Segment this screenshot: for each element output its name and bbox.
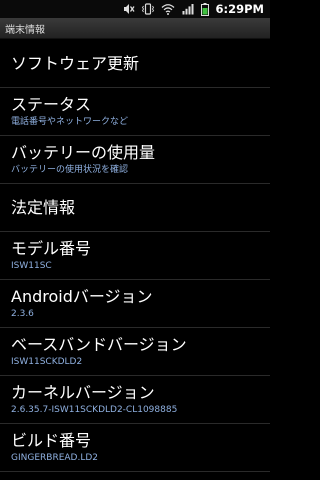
item-subtitle: ISW11SCKDLD2 — [11, 357, 83, 367]
clock-time: 6:29PM — [215, 2, 264, 16]
vibrate-icon — [141, 2, 154, 16]
item-status[interactable]: ステータス 電話番号やネットワークなど — [0, 88, 270, 136]
item-title: カーネルバージョン — [11, 383, 155, 402]
title-bar: 端末情報 — [0, 18, 270, 39]
item-battery-usage[interactable]: バッテリーの使用量 バッテリーの使用状況を確認 — [0, 136, 270, 184]
item-title: ベースバンドバージョン — [11, 335, 187, 354]
item-baseband-version[interactable]: ベースバンドバージョン ISW11SCKDLD2 — [0, 328, 270, 376]
item-legal-info[interactable]: 法定情報 — [0, 184, 270, 232]
item-title: 法定情報 — [11, 197, 76, 217]
item-title: ステータス — [11, 95, 92, 114]
item-subtitle: 2.6.35.7-ISW11SCKDLD2-CL1098885 — [11, 405, 178, 415]
item-title: バッテリーの使用量 — [11, 143, 156, 162]
item-model-number[interactable]: モデル番号 ISW11SC — [0, 232, 270, 280]
signal-icon — [182, 2, 194, 16]
item-subtitle: バッテリーの使用状況を確認 — [11, 165, 129, 175]
item-title: モデル番号 — [11, 239, 92, 258]
item-software-update[interactable]: ソフトウェア更新 — [0, 40, 270, 88]
status-bar: 6:29PM — [0, 0, 270, 18]
item-kernel-version[interactable]: カーネルバージョン 2.6.35.7-ISW11SCKDLD2-CL109888… — [0, 376, 270, 424]
item-title: ビルド番号 — [11, 431, 92, 450]
battery-icon — [200, 2, 209, 16]
item-subtitle: ISW11SC — [11, 261, 52, 271]
item-subtitle: GINGERBREAD.LD2 — [11, 453, 99, 463]
item-android-version[interactable]: Androidバージョン 2.3.6 — [0, 280, 270, 328]
item-subtitle: 電話番号やネットワークなど — [11, 117, 129, 127]
mute-icon — [123, 2, 135, 16]
settings-list: ソフトウェア更新 ステータス 電話番号やネットワークなど バッテリーの使用量 バ… — [0, 40, 270, 472]
item-title: Androidバージョン — [11, 287, 153, 306]
item-build-number[interactable]: ビルド番号 GINGERBREAD.LD2 — [0, 424, 270, 472]
item-title: ソフトウェア更新 — [11, 53, 140, 73]
page-title: 端末情報 — [5, 24, 45, 36]
wifi-icon — [161, 2, 175, 16]
item-subtitle: 2.3.6 — [11, 309, 34, 319]
